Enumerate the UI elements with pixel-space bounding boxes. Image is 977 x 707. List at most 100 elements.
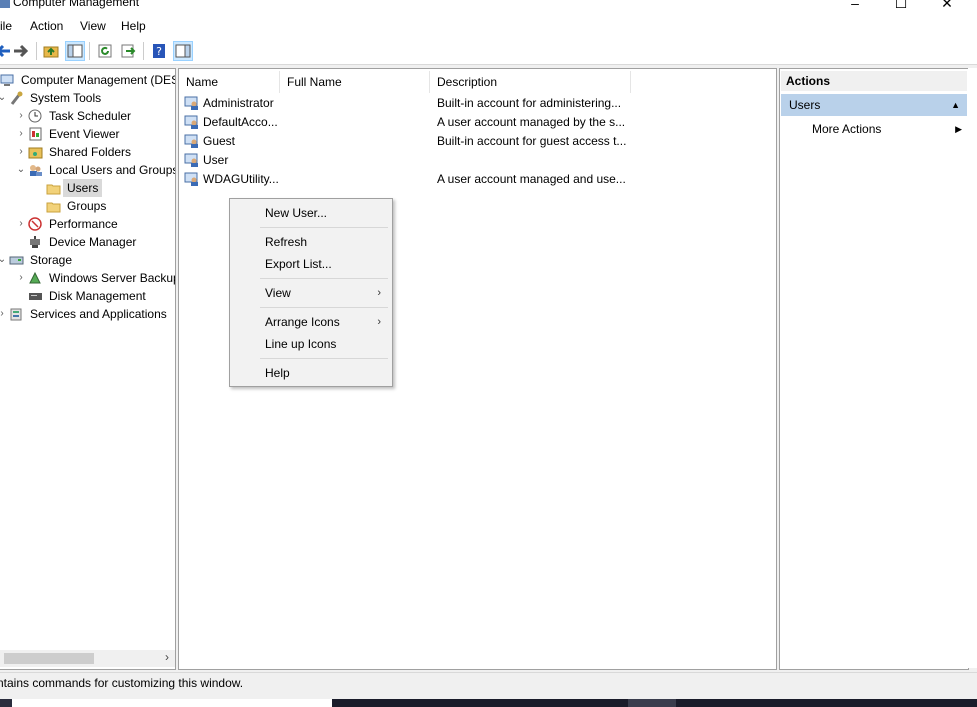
shared-folder-icon: [28, 147, 43, 159]
user-name-cell: Administrator: [203, 96, 274, 110]
tree-item[interactable]: › Windows Server Backup: [0, 269, 175, 287]
up-folder-icon[interactable]: [42, 42, 60, 60]
table-row[interactable]: Guest Built-in account for guest access t…: [179, 132, 776, 151]
ctx-separator: [260, 278, 388, 279]
ctx-line-up-icons[interactable]: Line up Icons: [231, 334, 391, 354]
user-account-icon: [184, 172, 198, 186]
user-name-cell: User: [203, 153, 229, 167]
svg-text:?: ?: [156, 45, 162, 58]
expand-chevron-icon[interactable]: ›: [16, 107, 26, 125]
collapse-chevron-icon[interactable]: ⌄: [0, 251, 7, 269]
ctx-arrange-icons[interactable]: Arrange Icons ›: [231, 312, 391, 332]
refresh-icon[interactable]: [96, 42, 114, 60]
submenu-arrow-icon: ›: [377, 287, 381, 299]
tree-item[interactable]: Computer Management (DESK: [0, 71, 175, 89]
table-row[interactable]: Administrator Built-in account for admini…: [179, 94, 776, 113]
tree-item-label: Disk Management: [49, 289, 146, 303]
user-name-cell: Guest: [203, 134, 236, 148]
tree-item[interactable]: › Shared Folders: [0, 143, 175, 161]
backup-icon: [29, 271, 41, 284]
tree-item-label: Storage: [30, 253, 73, 267]
tree-item-label: Shared Folders: [49, 145, 132, 159]
menu-file[interactable]: ile: [0, 19, 12, 33]
user-description-cell: A user account managed and use...: [437, 172, 626, 186]
actions-section-users[interactable]: Users ▲: [781, 94, 967, 116]
user-description-cell: A user account managed by the s...: [437, 115, 626, 129]
users-icon: [30, 165, 42, 176]
ctx-refresh[interactable]: Refresh: [231, 232, 391, 252]
column-header-full-name[interactable]: Full Name: [280, 71, 430, 93]
user-account-icon: [184, 96, 198, 110]
tree-horizontal-scrollbar[interactable]: ›: [0, 650, 175, 667]
back-arrow-icon[interactable]: [0, 42, 12, 60]
menu-help[interactable]: Help: [121, 19, 146, 33]
help-icon[interactable]: ?: [150, 42, 168, 60]
title-bar: Computer Management ‒ ☐ ✕: [0, 0, 977, 16]
tree-item[interactable]: › Event Viewer: [0, 125, 175, 143]
ctx-separator: [260, 358, 388, 359]
table-row[interactable]: DefaultAcco... A user account managed by …: [179, 113, 776, 132]
table-row[interactable]: WDAGUtility... A user account managed and…: [179, 170, 776, 189]
ctx-help[interactable]: Help: [231, 363, 391, 383]
scroll-right-icon[interactable]: ›: [165, 650, 169, 664]
column-header-name[interactable]: Name: [179, 71, 280, 93]
ctx-line-up-icons-label: Line up Icons: [265, 337, 337, 351]
export-list-icon[interactable]: [119, 42, 137, 60]
actions-header: Actions: [781, 71, 967, 91]
tree-item-label: Windows Server Backup: [49, 271, 176, 285]
forward-arrow-icon[interactable]: [12, 42, 30, 60]
context-menu: New User... Refresh Export List... View ›…: [229, 198, 393, 387]
tree-item-label: Services and Applications: [30, 307, 167, 321]
window-title: Computer Management: [0, 0, 139, 9]
tree-item[interactable]: Users: [0, 179, 175, 197]
ctx-arrange-icons-label: Arrange Icons: [265, 315, 340, 329]
more-actions-item[interactable]: More Actions: [812, 120, 881, 138]
console-tree[interactable]: Computer Management (DESK ⌄ System Tools › T…: [0, 68, 176, 670]
ctx-refresh-label: Refresh: [265, 235, 308, 249]
tree-item-label: Computer Management (DESK: [21, 73, 176, 87]
tree-item-label: System Tools: [30, 91, 102, 105]
actions-section-label: Users: [789, 98, 821, 112]
expand-chevron-icon[interactable]: ›: [16, 125, 26, 143]
tree-item-label: Performance: [49, 217, 118, 231]
tree-item[interactable]: Groups: [0, 197, 175, 215]
tree-item[interactable]: › Task Scheduler: [0, 107, 175, 125]
user-name-cell: DefaultAcco...: [203, 115, 278, 129]
expand-chevron-icon[interactable]: ›: [16, 215, 26, 233]
show-hide-action-pane-icon[interactable]: [173, 41, 193, 61]
ctx-export-list[interactable]: Export List...: [231, 254, 391, 274]
column-header-description[interactable]: Description: [430, 71, 631, 93]
tree-item[interactable]: Disk Management: [0, 287, 175, 305]
ctx-view[interactable]: View ›: [231, 283, 391, 303]
maximize-button[interactable]: ☐: [878, 0, 924, 14]
tree-item[interactable]: ⌄ Storage: [0, 251, 175, 269]
tree-item-label: Task Scheduler: [49, 109, 132, 123]
minimize-button[interactable]: ‒: [832, 0, 878, 14]
user-account-icon: [184, 115, 198, 129]
expand-chevron-icon[interactable]: ›: [16, 269, 26, 287]
submenu-arrow-icon: ›: [377, 316, 381, 328]
show-hide-tree-icon[interactable]: [65, 41, 85, 61]
collapse-triangle-icon[interactable]: ▲: [951, 94, 960, 116]
scrollbar-thumb[interactable]: [4, 653, 94, 664]
tree-item[interactable]: › Performance: [0, 215, 175, 233]
menu-view[interactable]: View: [80, 19, 106, 33]
collapse-chevron-icon[interactable]: ⌄: [16, 161, 26, 179]
expand-chevron-icon[interactable]: ›: [0, 305, 7, 323]
tree-item[interactable]: Device Manager: [0, 233, 175, 251]
ctx-help-label: Help: [265, 366, 290, 380]
table-row[interactable]: User: [179, 151, 776, 170]
user-account-icon: [184, 134, 198, 148]
collapse-chevron-icon[interactable]: ⌄: [0, 89, 7, 107]
expand-chevron-icon[interactable]: ›: [16, 143, 26, 161]
computer-management-icon: [0, 0, 10, 8]
folder-icon: [46, 184, 61, 195]
ctx-view-label: View: [265, 286, 291, 300]
actions-pane: Actions Users ▲ More Actions ▶: [779, 68, 969, 670]
tree-item[interactable]: ⌄ Local Users and Groups: [0, 161, 175, 179]
menu-action[interactable]: Action: [30, 19, 63, 33]
ctx-new-user[interactable]: New User...: [231, 203, 391, 223]
close-button[interactable]: ✕: [924, 0, 970, 14]
tree-item[interactable]: › Services and Applications: [0, 305, 175, 323]
tree-item[interactable]: ⌄ System Tools: [0, 89, 175, 107]
